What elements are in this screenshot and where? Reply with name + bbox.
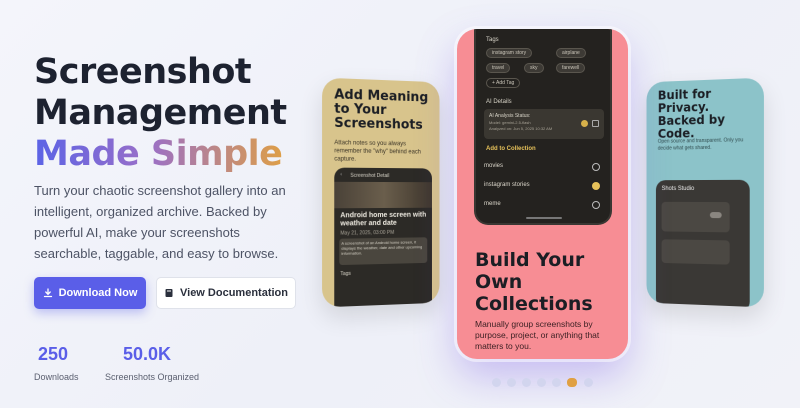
- screenshot-preview-image: [334, 181, 432, 209]
- carousel-dot-7[interactable]: [584, 378, 593, 387]
- hero-title-line1: Screenshot: [34, 52, 252, 92]
- center-tags-label: Tags: [486, 37, 499, 43]
- carousel-dot-6-active[interactable]: [567, 378, 577, 387]
- home-indicator: [526, 217, 562, 219]
- carousel-dot-3[interactable]: [522, 378, 531, 387]
- feature-card-notes[interactable]: Add Meaning to Your Screenshots Attach n…: [322, 77, 440, 308]
- screen-detail-date: May 21, 2025, 03:00 PM: [340, 229, 395, 237]
- book-icon: [164, 288, 174, 298]
- screen-detail-title: Screenshot Detail: [350, 172, 390, 180]
- card-notes-title: Add Meaning to Your Screenshots: [334, 87, 429, 133]
- check-circle-icon: [581, 120, 588, 127]
- tag-chip[interactable]: sky: [524, 63, 544, 73]
- view-documentation-button[interactable]: View Documentation: [156, 277, 296, 309]
- settings-panel-2: [661, 239, 730, 265]
- downloads-label: Downloads: [34, 372, 79, 382]
- app-title: Shots Studio: [661, 186, 695, 193]
- screenshots-organized-label: Screenshots Organized: [105, 372, 200, 382]
- screen-detail-heading: Android home screen with weather and dat…: [340, 211, 427, 228]
- feature-card-privacy[interactable]: Built for Privacy. Backed by Code. Open …: [646, 77, 764, 308]
- card-privacy-title: Built for Privacy. Backed by Code.: [657, 86, 726, 141]
- card-privacy-phone-screen: Shots Studio: [655, 179, 750, 308]
- check-circle-icon[interactable]: [592, 182, 600, 190]
- hero-title-highlight: Made Simple: [34, 134, 287, 175]
- card-collections-subtitle: Manually group screenshots by purpose, p…: [475, 319, 600, 351]
- tag-chip[interactable]: instagram story: [486, 48, 533, 58]
- download-button-label: Download Now: [58, 287, 138, 299]
- downloads-count: 250: [38, 344, 69, 364]
- ai-status-model: Model: gemini-2.5-flash: [489, 120, 531, 125]
- view-documentation-label: View Documentation: [180, 287, 288, 299]
- screen-detail-tags-label: Tags: [340, 270, 351, 278]
- collection-item-movies[interactable]: movies: [484, 163, 503, 169]
- carousel-dot-5[interactable]: [552, 378, 561, 387]
- download-icon: [43, 288, 53, 298]
- add-circle-icon[interactable]: [592, 201, 600, 209]
- screen-detail-note: A screenshot of an Android home screen, …: [339, 237, 428, 266]
- card-collections-title: Build Your Own Collections: [475, 249, 593, 315]
- add-circle-icon[interactable]: [592, 163, 600, 171]
- feature-card-collections[interactable]: Tags instagram story airplane travel sky…: [457, 29, 628, 359]
- tag-chip[interactable]: airplane: [556, 48, 586, 58]
- ai-status-panel: AI Analysis Status: Model: gemini-2.5-fl…: [484, 109, 604, 139]
- back-arrow-icon: ‹: [340, 171, 342, 178]
- card-privacy-subtitle: Open source and transparent. Only you de…: [657, 137, 744, 152]
- card-notes-phone-screen: ‹ Screenshot Detail Android home screen …: [334, 167, 432, 308]
- carousel-dot-1[interactable]: [492, 378, 501, 387]
- carousel-dot-4[interactable]: [537, 378, 546, 387]
- copy-icon[interactable]: [592, 120, 599, 127]
- auto-process-toggle[interactable]: [709, 212, 722, 219]
- collections-phone-screen: Tags instagram story airplane travel sky…: [474, 29, 612, 225]
- hero-title: Screenshot Management Made Simple: [34, 52, 287, 175]
- screenshots-organized-count: 50.0K: [123, 344, 172, 364]
- hero-title-line2: Management: [34, 93, 287, 133]
- ai-details-label: AI Details: [486, 99, 512, 105]
- carousel-dot-2[interactable]: [507, 378, 516, 387]
- collection-item-meme[interactable]: meme: [484, 201, 501, 207]
- download-button[interactable]: Download Now: [34, 277, 146, 309]
- collection-item-instagram-stories[interactable]: instagram stories: [484, 182, 530, 188]
- card-notes-subtitle: Attach notes so you always remember the …: [334, 140, 421, 163]
- hero-description: Turn your chaotic screenshot gallery int…: [34, 183, 286, 261]
- add-tag-button[interactable]: + Add Tag: [486, 78, 521, 88]
- tag-chip[interactable]: farewell: [556, 63, 586, 73]
- tag-chip[interactable]: travel: [486, 63, 511, 73]
- add-to-collection-label: Add to Collection: [486, 146, 536, 152]
- ai-status-date: Analyzed on: Jun 5, 2025 10:32 AM: [489, 126, 553, 131]
- ai-status-title: AI Analysis Status:: [489, 113, 531, 119]
